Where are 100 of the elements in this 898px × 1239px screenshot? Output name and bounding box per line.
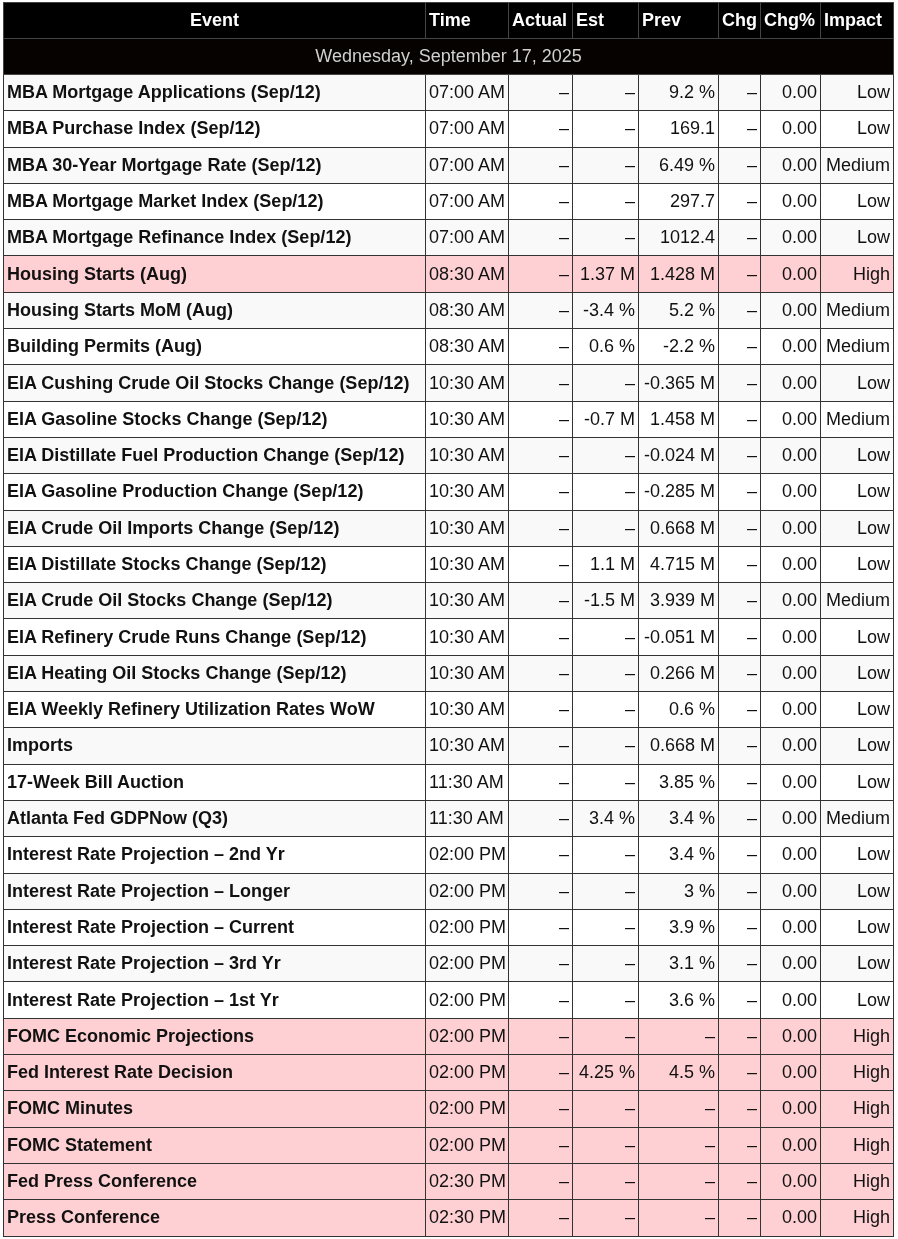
table-cell: High	[820, 1127, 894, 1164]
event-name: Press Conference	[3, 1199, 426, 1236]
table-cell: Low	[820, 437, 894, 474]
table-cell: 0.668 M	[638, 727, 719, 765]
table-cell: 07:00 AM	[425, 183, 509, 220]
table-cell: 0.00	[760, 183, 821, 220]
event-name: Interest Rate Projection – Longer	[3, 873, 426, 910]
table-cell: 0.00	[760, 618, 821, 656]
table-cell: -0.051 M	[638, 618, 719, 656]
table-cell: –	[572, 981, 639, 1019]
table-cell: 4.715 M	[638, 546, 719, 583]
table-cell: 02:00 PM	[425, 1018, 509, 1055]
table-cell: –	[508, 800, 573, 837]
event-name: Interest Rate Projection – 3rd Yr	[3, 945, 426, 982]
table-cell: 02:00 PM	[425, 909, 509, 946]
table-cell: –	[572, 873, 639, 910]
table-cell: –	[718, 292, 761, 329]
table-cell: –	[638, 1090, 719, 1128]
table-cell: 02:00 PM	[425, 981, 509, 1019]
table-cell: –	[508, 256, 573, 293]
table-cell: –	[718, 618, 761, 656]
column-header: Prev	[638, 2, 719, 39]
table-cell: 10:30 AM	[425, 510, 509, 547]
table-cell: 0.00	[760, 582, 821, 619]
event-name: EIA Gasoline Production Change (Sep/12)	[3, 473, 426, 511]
table-cell: Low	[820, 364, 894, 402]
table-cell: –	[508, 1163, 573, 1200]
table-cell: 0.00	[760, 655, 821, 692]
table-cell: –	[572, 764, 639, 801]
table-cell: –	[638, 1018, 719, 1055]
table-cell: Low	[820, 110, 894, 148]
table-cell: Medium	[820, 328, 894, 365]
table-cell: 0.00	[760, 800, 821, 837]
table-cell: –	[572, 364, 639, 402]
table-cell: –	[718, 256, 761, 293]
table-cell: 0.00	[760, 219, 821, 256]
table-cell: Low	[820, 74, 894, 111]
table-cell: –	[718, 873, 761, 910]
table-cell: –	[508, 764, 573, 801]
table-cell: 3.85 %	[638, 764, 719, 801]
table-cell: 0.00	[760, 836, 821, 874]
table-cell: –	[508, 945, 573, 982]
table-cell: –	[718, 510, 761, 547]
table-cell: 4.25 %	[572, 1054, 639, 1091]
table-cell: 02:30 PM	[425, 1163, 509, 1200]
table-cell: –	[572, 727, 639, 765]
table-cell: 3.9 %	[638, 909, 719, 946]
table-cell: 0.00	[760, 328, 821, 365]
table-cell: Low	[820, 219, 894, 256]
table-cell: –	[718, 147, 761, 184]
table-cell: Medium	[820, 582, 894, 619]
event-name: EIA Crude Oil Stocks Change (Sep/12)	[3, 582, 426, 619]
table-cell: High	[820, 1054, 894, 1091]
table-cell: Low	[820, 655, 894, 692]
table-cell: –	[572, 219, 639, 256]
table-cell: 02:00 PM	[425, 836, 509, 874]
table-cell: 0.6 %	[572, 328, 639, 365]
table-cell: 07:00 AM	[425, 74, 509, 111]
table-cell: –	[572, 510, 639, 547]
table-cell: 10:30 AM	[425, 655, 509, 692]
table-cell: –	[508, 510, 573, 547]
table-cell: -0.285 M	[638, 473, 719, 511]
table-cell: 02:30 PM	[425, 1199, 509, 1236]
table-cell: –	[718, 764, 761, 801]
table-cell: –	[718, 401, 761, 438]
table-cell: 0.00	[760, 691, 821, 728]
table-cell: 6.49 %	[638, 147, 719, 184]
event-name: MBA Mortgage Refinance Index (Sep/12)	[3, 219, 426, 256]
table-cell: 02:00 PM	[425, 1054, 509, 1091]
table-cell: Low	[820, 183, 894, 220]
table-cell: 07:00 AM	[425, 147, 509, 184]
table-cell: Low	[820, 727, 894, 765]
table-cell: 10:30 AM	[425, 437, 509, 474]
table-cell: –	[572, 183, 639, 220]
table-cell: –	[572, 691, 639, 728]
table-cell: 0.00	[760, 1090, 821, 1128]
table-cell: –	[508, 981, 573, 1019]
event-name: EIA Refinery Crude Runs Change (Sep/12)	[3, 618, 426, 656]
table-cell: –	[718, 691, 761, 728]
column-header: Event	[3, 2, 426, 39]
table-cell: 0.266 M	[638, 655, 719, 692]
table-cell: –	[572, 1163, 639, 1200]
column-header: Est	[572, 2, 639, 39]
event-name: Building Permits (Aug)	[3, 328, 426, 365]
table-cell: –	[572, 836, 639, 874]
table-cell: –	[508, 582, 573, 619]
table-cell: 10:30 AM	[425, 473, 509, 511]
table-cell: –	[508, 1199, 573, 1236]
table-cell: –	[508, 546, 573, 583]
table-cell: –	[572, 473, 639, 511]
table-cell: -2.2 %	[638, 328, 719, 365]
table-cell: Low	[820, 691, 894, 728]
event-name: Interest Rate Projection – 2nd Yr	[3, 836, 426, 874]
table-cell: 10:30 AM	[425, 401, 509, 438]
table-cell: Low	[820, 618, 894, 656]
table-cell: –	[508, 147, 573, 184]
table-cell: 0.00	[760, 147, 821, 184]
event-name: Fed Interest Rate Decision	[3, 1054, 426, 1091]
event-name: EIA Heating Oil Stocks Change (Sep/12)	[3, 655, 426, 692]
table-cell: Low	[820, 945, 894, 982]
